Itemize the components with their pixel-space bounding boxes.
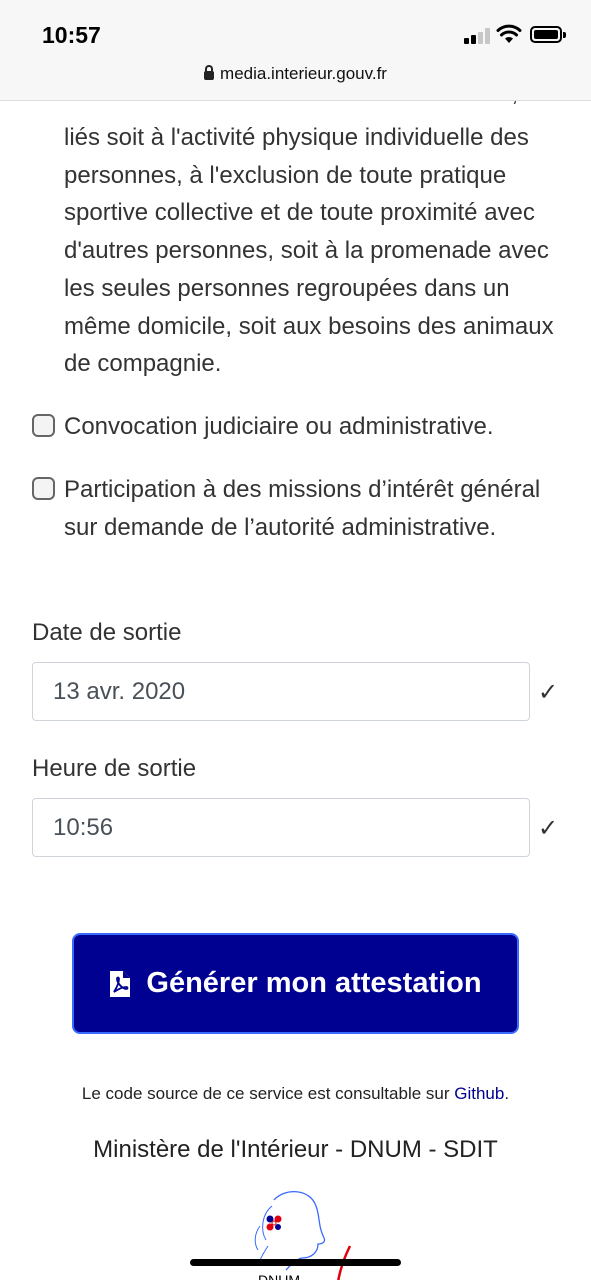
reason-convocation-label[interactable]: Convocation judiciaire ou administrative…	[64, 408, 559, 446]
pdf-file-icon	[109, 970, 131, 998]
status-bar: 10:57	[0, 0, 591, 60]
date-checkmark-icon: ✓	[538, 679, 559, 706]
source-text: Le code source de ce service est consult…	[81, 1084, 455, 1103]
time-label: Heure de sortie	[32, 755, 197, 782]
ministry-footer: Ministère de l'Intérieur - DNUM - SDIT	[93, 1136, 498, 1163]
reason-missions-label[interactable]: Participation à des missions d’intérêt g…	[64, 471, 559, 546]
battery-icon	[530, 26, 566, 43]
lock-icon	[204, 65, 215, 80]
generate-button-label: Générer mon attestation	[146, 967, 482, 999]
page-content: maximal d'un kilomètre autour du domicil…	[0, 101, 591, 1280]
url-text: media.interieur.gouv.fr	[220, 64, 387, 83]
source-end: .	[504, 1084, 510, 1103]
source-notice: Le code source de ce service est consult…	[0, 1084, 591, 1104]
motif-text-cut: maximal d'un kilomètre autour du domicil…	[64, 101, 564, 113]
wifi-icon	[496, 24, 522, 43]
time-input[interactable]: 10:56	[32, 798, 530, 857]
url-display[interactable]: media.interieur.gouv.fr	[0, 64, 591, 84]
motif-text: liés soit à l'activité physique individu…	[64, 124, 554, 378]
address-bar[interactable]: media.interieur.gouv.fr	[0, 60, 591, 101]
home-indicator[interactable]	[190, 1259, 401, 1266]
checkbox-convocation[interactable]	[32, 414, 55, 437]
date-label: Date de sortie	[32, 619, 182, 646]
github-link[interactable]: Github	[454, 1084, 504, 1103]
date-input[interactable]: 13 avr. 2020	[32, 662, 530, 721]
dnum-logo-text: DNUM	[258, 1272, 300, 1280]
status-time: 10:57	[42, 22, 101, 48]
generate-attestation-button[interactable]: Générer mon attestation	[72, 933, 519, 1034]
time-checkmark-icon: ✓	[538, 815, 559, 842]
checkbox-missions[interactable]	[32, 477, 55, 500]
signal-icon	[464, 28, 492, 44]
